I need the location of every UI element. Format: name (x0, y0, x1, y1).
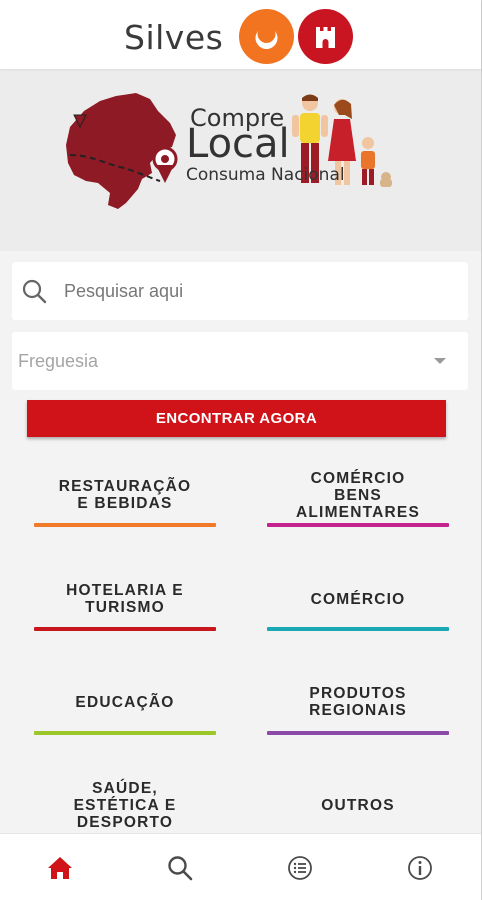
category-label: COMÉRCIO BENS ALIMENTARES (296, 470, 420, 521)
search-input[interactable] (64, 262, 454, 320)
search-icon (22, 279, 47, 304)
nav-info[interactable] (406, 854, 434, 882)
category-color-bar (34, 731, 216, 735)
nav-home[interactable] (46, 854, 74, 882)
category-produtos-regionais[interactable]: PRODUTOS REGIONAIS (267, 674, 449, 764)
category-label: COMÉRCIO (310, 591, 406, 608)
category-comercio[interactable]: COMÉRCIO (267, 570, 449, 660)
moon-logo-icon (239, 9, 294, 64)
category-label: OUTROS (321, 797, 395, 814)
list-icon (288, 856, 312, 880)
category-label: SAÚDE, ESTÉTICA E DESPORTO (73, 780, 177, 831)
bottom-navigation (0, 833, 481, 900)
brand-title: Silves (124, 18, 224, 57)
category-color-bar (34, 523, 216, 527)
category-label: PRODUTOS REGIONAIS (309, 685, 407, 719)
dropdown-caret-icon (434, 358, 446, 364)
slogan-consuma: Consuma Nacional (186, 165, 345, 185)
freguesia-select-label: Freguesia (18, 351, 99, 371)
nav-search[interactable] (166, 854, 194, 882)
home-icon (48, 857, 72, 879)
category-color-bar (267, 731, 449, 735)
category-color-bar (34, 627, 216, 631)
category-hotelaria[interactable]: HOTELARIA E TURISMO (34, 570, 216, 660)
nav-list[interactable] (286, 854, 314, 882)
category-color-bar (267, 523, 449, 527)
castle-logo-icon (298, 9, 353, 64)
category-educacao[interactable]: EDUCAÇÃO (34, 674, 216, 764)
info-icon (408, 856, 432, 880)
category-label: EDUCAÇÃO (75, 694, 175, 711)
category-restauracao[interactable]: RESTAURAÇÃO E BEBIDAS (34, 466, 216, 556)
freguesia-select[interactable]: Freguesia (12, 332, 468, 390)
category-label: RESTAURAÇÃO E BEBIDAS (58, 478, 192, 512)
app-screen: Silves Compre Local Consuma Nacional Pes… (0, 0, 482, 900)
category-color-bar (267, 627, 449, 631)
search-field[interactable] (12, 262, 468, 320)
search-icon (168, 856, 193, 881)
app-header: Silves (0, 0, 481, 70)
category-comercio-alimentares[interactable]: COMÉRCIO BENS ALIMENTARES (267, 466, 449, 556)
category-label: HOTELARIA E TURISMO (66, 582, 184, 616)
compre-local-banner: Compre Local Consuma Nacional (0, 71, 481, 251)
slogan-local: Local (186, 121, 290, 167)
find-now-button[interactable]: ENCONTRAR AGORA (27, 400, 446, 437)
